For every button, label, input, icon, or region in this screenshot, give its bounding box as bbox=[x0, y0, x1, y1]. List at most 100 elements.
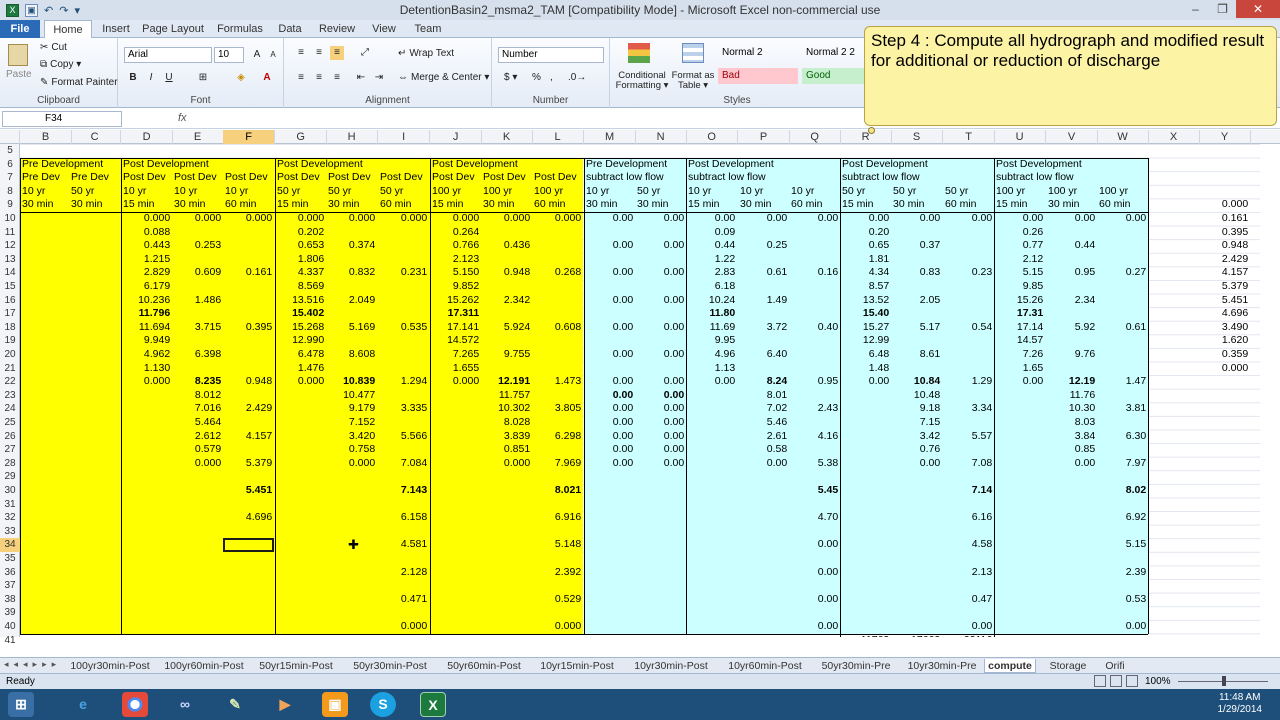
borders-icon[interactable]: ⊞ bbox=[196, 71, 210, 85]
cell-j20[interactable]: 7.265 bbox=[430, 348, 481, 362]
cell-y21[interactable]: 0.000 bbox=[1199, 362, 1250, 376]
cell-h10[interactable]: 0.000 bbox=[326, 212, 377, 226]
cell-d13[interactable]: 1.215 bbox=[121, 253, 172, 267]
cell-o16[interactable]: 10.24 bbox=[686, 294, 737, 308]
align-middle-icon[interactable]: ≡ bbox=[312, 46, 326, 60]
cell-y20[interactable]: 0.359 bbox=[1199, 348, 1250, 362]
cell-d20[interactable]: 4.962 bbox=[121, 348, 172, 362]
cell-h23[interactable]: 10.477 bbox=[326, 389, 377, 403]
cell-y12[interactable]: 0.948 bbox=[1199, 239, 1250, 253]
sheet-tab-10yr60min-post[interactable]: 10yr60min-Post bbox=[720, 659, 810, 673]
cell-f22[interactable]: 0.948 bbox=[223, 375, 274, 389]
cell-o17[interactable]: 11.80 bbox=[686, 307, 737, 321]
cell-f14[interactable]: 0.161 bbox=[223, 266, 274, 280]
cell-i36[interactable]: 2.128 bbox=[378, 566, 429, 580]
row-header-32[interactable]: 32 bbox=[0, 511, 20, 525]
cell-i10[interactable]: 0.000 bbox=[378, 212, 429, 226]
cell-q14[interactable]: 0.16 bbox=[789, 266, 840, 280]
cell-l26[interactable]: 6.298 bbox=[532, 430, 583, 444]
cell-y13[interactable]: 2.429 bbox=[1199, 253, 1250, 267]
percent-button[interactable]: % bbox=[532, 72, 541, 83]
cell-e25[interactable]: 5.464 bbox=[172, 416, 223, 430]
cell-t14[interactable]: 0.23 bbox=[943, 266, 994, 280]
cell-m16[interactable]: 0.00 bbox=[584, 294, 635, 308]
cell-f24[interactable]: 2.429 bbox=[223, 402, 274, 416]
cell-m14[interactable]: 0.00 bbox=[584, 266, 635, 280]
column-header-r[interactable]: R bbox=[840, 130, 893, 144]
cell-p16[interactable]: 1.49 bbox=[738, 294, 789, 308]
cell-r13[interactable]: 1.81 bbox=[840, 253, 891, 267]
cell-o11[interactable]: 0.09 bbox=[686, 226, 737, 240]
tab-review[interactable]: Review bbox=[314, 20, 360, 38]
cell-l28[interactable]: 7.969 bbox=[532, 457, 583, 471]
column-header-c[interactable]: C bbox=[69, 130, 122, 144]
cell-i38[interactable]: 0.471 bbox=[378, 593, 429, 607]
cell-m28[interactable]: 0.00 bbox=[584, 457, 635, 471]
row-header-8[interactable]: 8 bbox=[0, 185, 20, 199]
cell-q32[interactable]: 4.70 bbox=[789, 511, 840, 525]
cell-h24[interactable]: 9.179 bbox=[326, 402, 377, 416]
cell-q40[interactable]: 0.00 bbox=[789, 620, 840, 634]
row-header-21[interactable]: 21 bbox=[0, 362, 20, 376]
column-header-x[interactable]: X bbox=[1148, 130, 1201, 144]
cell-e28[interactable]: 0.000 bbox=[172, 457, 223, 471]
cell-e22[interactable]: 8.235 bbox=[172, 375, 223, 389]
cell-t38[interactable]: 0.47 bbox=[943, 593, 994, 607]
cell-o13[interactable]: 1.22 bbox=[686, 253, 737, 267]
bold-button[interactable]: B bbox=[126, 71, 140, 85]
cell-l40[interactable]: 0.000 bbox=[532, 620, 583, 634]
cell-t18[interactable]: 0.54 bbox=[943, 321, 994, 335]
cell-u14[interactable]: 5.15 bbox=[994, 266, 1045, 280]
column-header-f[interactable]: F bbox=[223, 130, 276, 144]
sheet-tab-50yr60min-post[interactable]: 50yr60min-Post bbox=[440, 659, 528, 673]
cell-s26[interactable]: 3.42 bbox=[891, 430, 942, 444]
cell-w14[interactable]: 0.27 bbox=[1097, 266, 1148, 280]
column-header-y[interactable]: Y bbox=[1199, 130, 1252, 144]
cell-u19[interactable]: 14.57 bbox=[994, 334, 1045, 348]
sheet-tab-storage[interactable]: Storage bbox=[1042, 659, 1094, 673]
font-size-select[interactable]: 10 bbox=[214, 47, 244, 63]
wrap-text-button[interactable]: ↵ Wrap Text bbox=[398, 48, 454, 59]
cell-s18[interactable]: 5.17 bbox=[891, 321, 942, 335]
cell-s20[interactable]: 8.61 bbox=[891, 348, 942, 362]
minimize-button[interactable]: – bbox=[1182, 0, 1209, 18]
cut-button[interactable]: ✂ Cut bbox=[40, 42, 67, 53]
shrink-font-icon[interactable]: A bbox=[266, 48, 280, 62]
cell-m12[interactable]: 0.00 bbox=[584, 239, 635, 253]
cell-n18[interactable]: 0.00 bbox=[635, 321, 686, 335]
cell-g20[interactable]: 6.478 bbox=[275, 348, 326, 362]
cell-w32[interactable]: 6.92 bbox=[1097, 511, 1148, 525]
row-header-36[interactable]: 36 bbox=[0, 566, 20, 580]
cell-k14[interactable]: 0.948 bbox=[481, 266, 532, 280]
cell-s16[interactable]: 2.05 bbox=[891, 294, 942, 308]
cell-p12[interactable]: 0.25 bbox=[738, 239, 789, 253]
cell-o20[interactable]: 4.96 bbox=[686, 348, 737, 362]
cell-s12[interactable]: 0.37 bbox=[891, 239, 942, 253]
cell-i22[interactable]: 1.294 bbox=[378, 375, 429, 389]
cell-y14[interactable]: 4.157 bbox=[1199, 266, 1250, 280]
style-bad[interactable]: Bad bbox=[718, 68, 798, 84]
cell-q34[interactable]: 0.00 bbox=[789, 538, 840, 552]
cell-g12[interactable]: 0.653 bbox=[275, 239, 326, 253]
cell-e16[interactable]: 1.486 bbox=[172, 294, 223, 308]
cell-p22[interactable]: 8.24 bbox=[738, 375, 789, 389]
cell-h26[interactable]: 3.420 bbox=[326, 430, 377, 444]
font-color-icon[interactable]: A bbox=[260, 71, 274, 85]
currency-button[interactable]: $ ▾ bbox=[504, 72, 517, 83]
sheet-tab-10yr30min-pre[interactable]: 10yr30min-Pre bbox=[902, 659, 982, 673]
cell-g22[interactable]: 0.000 bbox=[275, 375, 326, 389]
cell-p25[interactable]: 5.46 bbox=[738, 416, 789, 430]
tab-formulas[interactable]: Formulas bbox=[212, 20, 268, 38]
cell-r17[interactable]: 15.40 bbox=[840, 307, 891, 321]
row-header-30[interactable]: 30 bbox=[0, 484, 20, 498]
cell-o10[interactable]: 0.00 bbox=[686, 212, 737, 226]
cell-l14[interactable]: 0.268 bbox=[532, 266, 583, 280]
sheet-tab-10yr30min-post[interactable]: 10yr30min-Post bbox=[626, 659, 716, 673]
cell-w30[interactable]: 8.02 bbox=[1097, 484, 1148, 498]
underline-button[interactable]: U bbox=[162, 71, 176, 85]
increase-decimal-icon[interactable]: .0→ bbox=[568, 72, 586, 83]
cell-u12[interactable]: 0.77 bbox=[994, 239, 1045, 253]
cell-k28[interactable]: 0.000 bbox=[481, 457, 532, 471]
chrome-icon[interactable] bbox=[122, 692, 148, 717]
column-header-v[interactable]: V bbox=[1046, 130, 1099, 144]
